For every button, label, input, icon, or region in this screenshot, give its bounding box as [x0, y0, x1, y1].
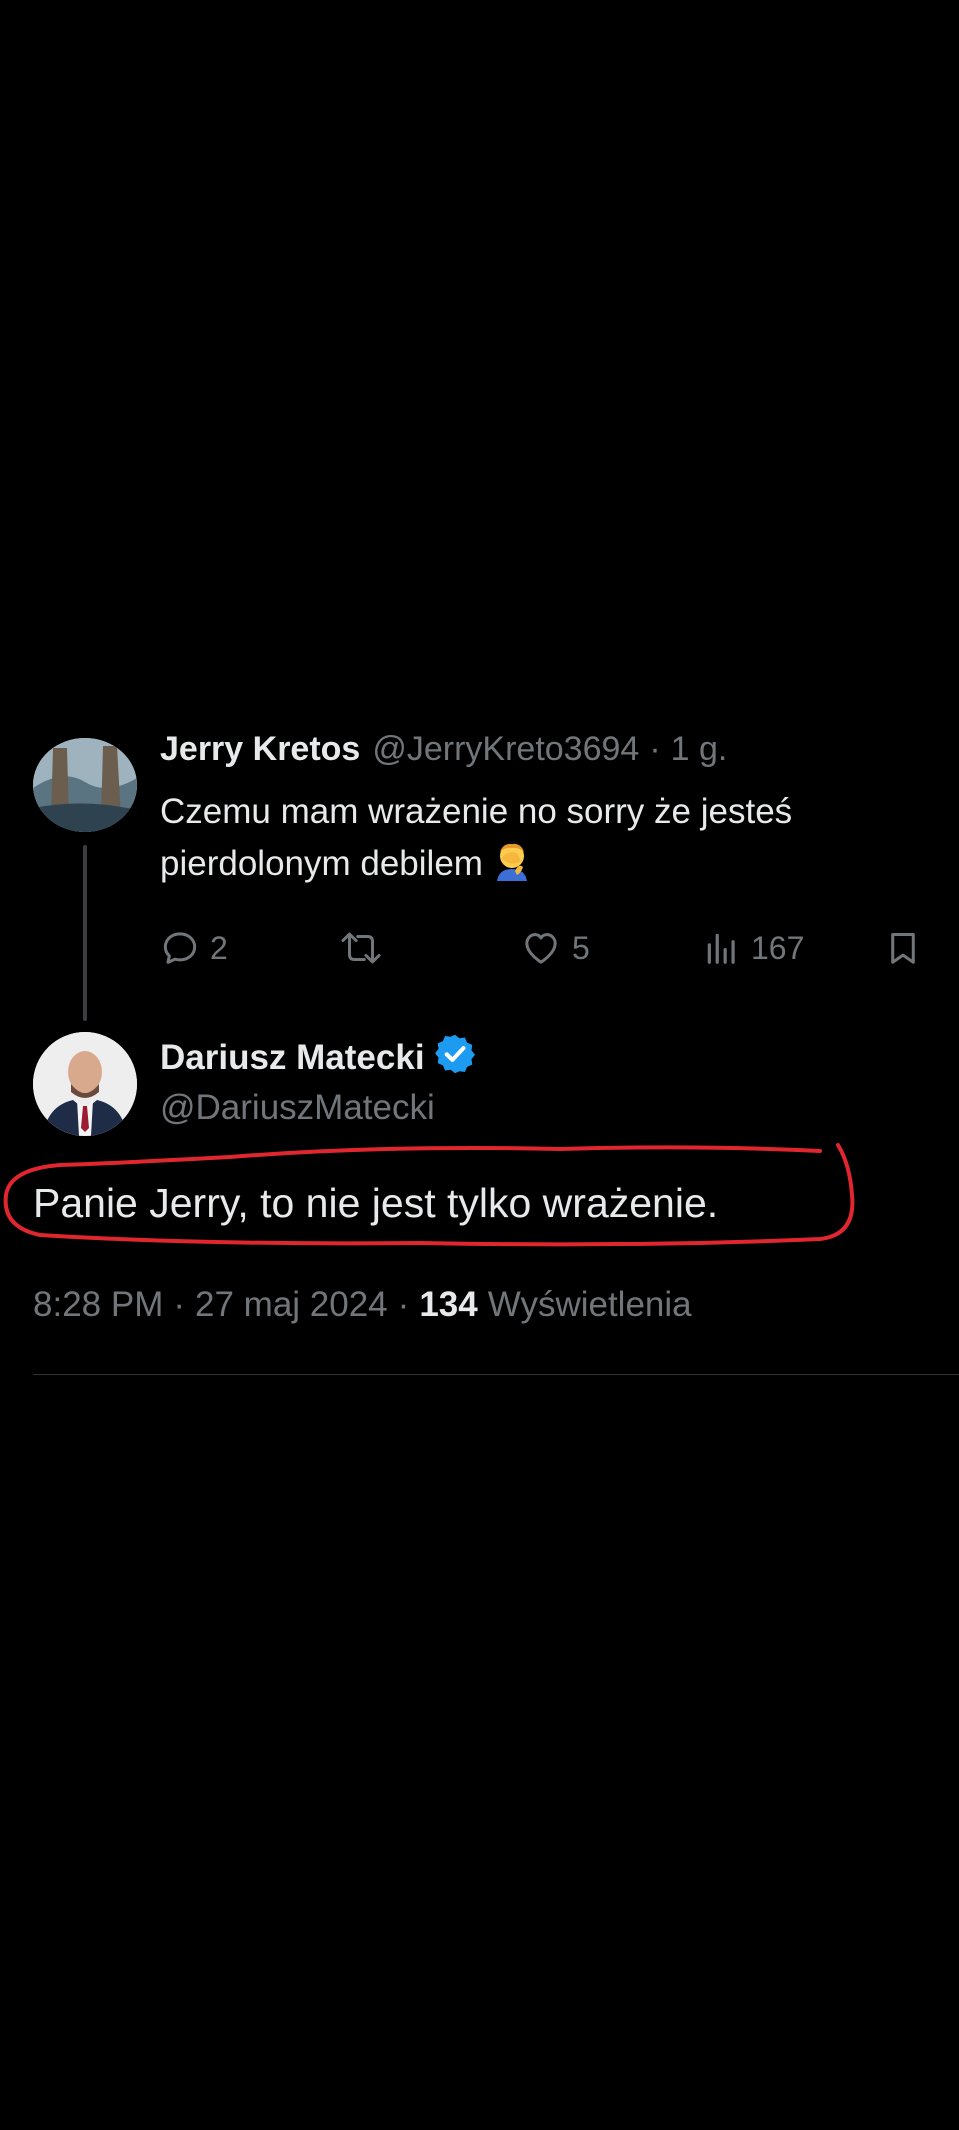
thread-connector-line: [83, 845, 87, 1021]
meta-separator: ·: [397, 1285, 410, 1324]
reply-icon: [160, 928, 200, 968]
views-button[interactable]: 167: [703, 922, 804, 974]
verified-badge-icon[interactable]: [433, 1032, 477, 1085]
main-handle[interactable]: @DariuszMatecki: [160, 1088, 435, 1132]
reply-button[interactable]: 2: [160, 922, 228, 974]
parent-text-line-1: Czemu mam wrażenie no sorry że jesteś: [160, 792, 793, 831]
parent-action-bar: 2 5 167: [160, 922, 930, 974]
main-author-avatar[interactable]: [33, 1032, 137, 1136]
divider: [33, 1374, 959, 1375]
retweet-icon: [338, 928, 384, 968]
parent-handle[interactable]: @JerryKreto3694: [372, 730, 639, 769]
main-tweet-text: Panie Jerry, to nie jest tylko wrażenie.: [33, 1180, 719, 1226]
tweet-date[interactable]: 27 maj 2024: [195, 1285, 388, 1325]
bookmark-icon: [884, 927, 922, 969]
parent-timestamp[interactable]: 1 g.: [671, 730, 728, 769]
meta-separator: ·: [173, 1285, 186, 1324]
heart-icon: [520, 928, 562, 968]
tweet-time[interactable]: 8:28 PM: [33, 1285, 163, 1325]
bookmark-button[interactable]: [884, 922, 922, 974]
main-header: Dariusz Matecki: [160, 1034, 477, 1082]
main-views-count[interactable]: 134: [419, 1285, 477, 1325]
reply-count: 2: [210, 929, 228, 966]
views-count: 167: [751, 929, 805, 966]
header-separator: ·: [649, 730, 661, 768]
parent-text-line-2-wrap: pierdolonym debilem: [160, 838, 900, 896]
avatar-image: [33, 738, 137, 832]
main-views-label[interactable]: Wyświetlenia: [488, 1285, 692, 1325]
main-display-name[interactable]: Dariusz Matecki: [160, 1038, 425, 1078]
avatar-image: [33, 1032, 137, 1136]
tweet-thread-page: Jerry Kretos @JerryKreto3694 · 1 g. Czem…: [0, 0, 959, 2130]
facepalm-emoji-icon: [493, 841, 531, 896]
retweet-button[interactable]: [338, 922, 394, 974]
parent-display-name[interactable]: Jerry Kretos: [160, 730, 360, 769]
parent-header: Jerry Kretos @JerryKreto3694 · 1 g.: [160, 730, 727, 774]
like-button[interactable]: 5: [520, 922, 590, 974]
parent-author-avatar[interactable]: [33, 738, 137, 832]
like-count: 5: [572, 929, 590, 966]
parent-tweet-text: Czemu mam wrażenie no sorry że jesteś pi…: [160, 786, 900, 896]
parent-text-line-2: pierdolonym debilem: [160, 844, 483, 883]
views-chart-icon: [703, 928, 741, 968]
tweet-metadata: 8:28 PM · 27 maj 2024 · 134 Wyświetlenia: [33, 1282, 692, 1328]
